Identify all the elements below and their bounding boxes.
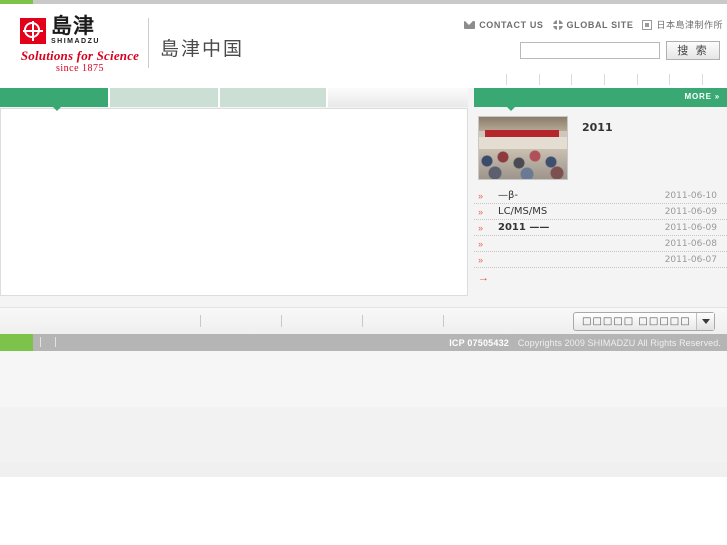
news-item-date: 2011-06-07 xyxy=(664,254,717,265)
news-list-item[interactable]: » —β- 2011-06-10 xyxy=(474,188,727,204)
content-area: MORE » 2011 » —β- 2011-06-10 » LC/MS/MS … xyxy=(0,88,727,307)
below-fold-band-c xyxy=(0,463,727,477)
copyright-mini-links xyxy=(40,337,56,347)
search-button[interactable]: 搜 索 xyxy=(666,41,720,60)
thumb-crowd xyxy=(479,149,567,179)
logo-top-row: 島津 SHIMADZU xyxy=(20,16,140,45)
japan-site-label: 日本島津制作所 xyxy=(656,21,723,31)
bullet-icon: » xyxy=(478,190,484,201)
nav-separator xyxy=(669,73,671,85)
below-fold-band-b xyxy=(0,407,727,463)
below-fold-band-d xyxy=(0,477,727,545)
tab-1[interactable] xyxy=(0,88,110,107)
copyright-bar: ICP 07505432 Copyrights 2009 SHIMADZU Al… xyxy=(0,334,727,351)
news-column: MORE » 2011 » —β- 2011-06-10 » LC/MS/MS … xyxy=(474,88,727,284)
globe-icon xyxy=(552,19,563,30)
left-column xyxy=(0,88,468,296)
news-more-link[interactable]: MORE » xyxy=(685,92,720,101)
news-list-item[interactable]: » 2011 —— 2011-06-09 xyxy=(474,220,727,236)
thumb-ceiling xyxy=(479,117,567,131)
language-select[interactable]: □□□□□ □□□□□ xyxy=(573,312,715,331)
tab-3[interactable] xyxy=(220,88,328,107)
active-tab-notch-icon xyxy=(53,107,61,111)
news-notch-icon xyxy=(507,107,515,111)
tab-2[interactable] xyxy=(110,88,220,107)
mini-link-separator xyxy=(40,337,41,347)
news-list-item[interactable]: » 2011-06-07 xyxy=(474,252,727,268)
footer-link-2[interactable] xyxy=(201,315,281,327)
footer-link-4[interactable] xyxy=(363,315,443,327)
news-item-title[interactable]: 2011 —— xyxy=(490,222,665,233)
news-item-title[interactable]: LC/MS/MS xyxy=(490,206,665,217)
search-area: 搜 索 xyxy=(520,41,720,60)
emblem-cross-icon xyxy=(32,20,34,41)
main-navigation xyxy=(482,68,727,90)
contact-us-label: CONTACT US xyxy=(479,19,544,30)
shimadzu-emblem-icon xyxy=(20,17,46,44)
logo-since: since 1875 xyxy=(55,63,105,74)
main-content-panel xyxy=(0,108,468,296)
thumb-banner xyxy=(485,130,559,137)
footer-link-bar: □□□□□ □□□□□ xyxy=(0,307,727,334)
nav-separator xyxy=(505,73,507,85)
news-feature: 2011 xyxy=(474,107,727,188)
tab-filler xyxy=(328,88,468,107)
news-item-date: 2011-06-08 xyxy=(664,238,717,249)
jp-site-icon xyxy=(642,19,653,30)
news-list-item[interactable]: » 2011-06-08 xyxy=(474,236,727,252)
footer-link-1[interactable] xyxy=(120,315,200,327)
content-tabs xyxy=(0,88,468,107)
japan-site-link[interactable]: 日本島津制作所 xyxy=(642,18,723,31)
news-item-date: 2011-06-09 xyxy=(664,206,717,217)
page-root: 島津 SHIMADZU Solutions for Science since … xyxy=(0,0,727,545)
logo-kanji-block: 島津 SHIMADZU xyxy=(51,14,100,46)
news-item-date: 2011-06-09 xyxy=(664,222,717,233)
below-fold-band-a xyxy=(0,351,727,407)
copyright-text: Copyrights 2009 SHIMADZU All Rights Rese… xyxy=(517,338,721,348)
news-next-arrow-icon[interactable]: → xyxy=(474,268,727,284)
search-input[interactable] xyxy=(520,42,660,59)
news-list-item[interactable]: » LC/MS/MS 2011-06-09 xyxy=(474,204,727,220)
footer-links-row xyxy=(120,315,524,327)
global-site-label: GLOBAL SITE xyxy=(566,19,634,30)
bullet-icon: » xyxy=(478,222,484,233)
contact-us-link[interactable]: CONTACT US xyxy=(464,20,543,30)
news-feature-title[interactable]: 2011 xyxy=(582,116,613,180)
news-header: MORE » xyxy=(474,88,727,107)
copyright-accent-block xyxy=(0,334,33,351)
nav-separator xyxy=(701,73,703,85)
bullet-icon: » xyxy=(478,238,484,249)
mini-link-separator xyxy=(55,337,56,347)
news-feature-thumbnail[interactable] xyxy=(478,116,568,180)
news-list: » —β- 2011-06-10 » LC/MS/MS 2011-06-09 »… xyxy=(474,188,727,268)
logo-kanji: 島津 xyxy=(51,14,95,38)
nav-separator xyxy=(538,73,540,85)
mail-icon xyxy=(464,20,476,29)
site-header: 島津 SHIMADZU Solutions for Science since … xyxy=(0,4,727,88)
nav-separator xyxy=(603,73,605,85)
global-site-link[interactable]: GLOBAL SITE xyxy=(552,19,634,30)
header-divider xyxy=(148,18,149,68)
nav-separator xyxy=(636,73,638,85)
logo-tagline: Solutions for Science xyxy=(20,48,140,63)
icp-license[interactable]: ICP 07505432 xyxy=(449,338,509,348)
bullet-icon: » xyxy=(478,206,484,217)
news-item-date: 2011-06-10 xyxy=(664,190,717,201)
nav-separator xyxy=(571,73,573,85)
footer-link-5[interactable] xyxy=(444,315,524,327)
site-name: 島津中国 xyxy=(160,38,245,60)
footer-link-3[interactable] xyxy=(282,315,362,327)
news-item-title[interactable]: —β- xyxy=(490,190,665,201)
logo-wordmark: SHIMADZU xyxy=(51,38,100,45)
utility-links: CONTACT US GLOBAL SITE 日本島津制作所 xyxy=(464,18,723,31)
shimadzu-logo[interactable]: 島津 SHIMADZU Solutions for Science since … xyxy=(20,16,140,74)
bullet-icon: » xyxy=(478,254,484,265)
chevron-down-icon[interactable] xyxy=(696,313,714,330)
language-select-value: □□□□□ □□□□□ xyxy=(582,316,691,327)
